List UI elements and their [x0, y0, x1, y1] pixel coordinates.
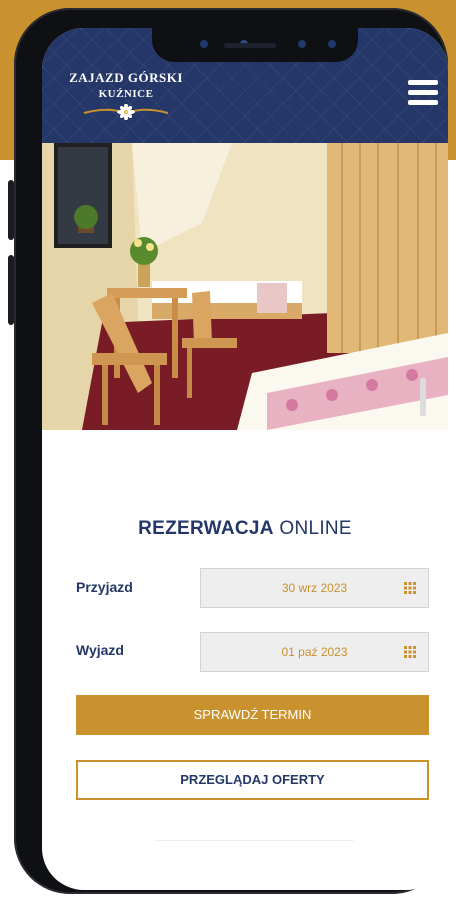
- browse-offers-button[interactable]: PRZEGLĄDAJ OFERTY: [76, 760, 429, 800]
- phone-frame: ZAJAZD GÓRSKI KUŹNICE REZERWACJA ONLINE …: [14, 8, 448, 894]
- departure-label: Wyjazd: [76, 642, 124, 658]
- calendar-grid-icon: [404, 582, 416, 594]
- booking-title: REZERWACJA ONLINE: [42, 518, 448, 540]
- calendar-grid-icon: [404, 646, 416, 658]
- hamburger-menu-icon[interactable]: [408, 80, 438, 106]
- site-logo[interactable]: ZAJAZD GÓRSKI KUŹNICE: [66, 70, 186, 121]
- scroll-indicator[interactable]: [420, 378, 426, 416]
- logo-line-1: ZAJAZD GÓRSKI: [69, 70, 183, 85]
- check-availability-button[interactable]: SPRAWDŹ TERMIN: [76, 695, 429, 735]
- edelweiss-icon: [66, 103, 186, 121]
- departure-date-value: 01 paź 2023: [281, 645, 348, 659]
- departure-date-field[interactable]: 01 paź 2023: [200, 632, 429, 672]
- arrival-label: Przyjazd: [76, 579, 133, 595]
- booking-title-rest: ONLINE: [279, 518, 352, 539]
- arrival-date-field[interactable]: 30 wrz 2023: [200, 568, 429, 608]
- logo-line-2: KUŹNICE: [98, 88, 154, 100]
- booking-title-bold: REZERWACJA: [138, 518, 274, 539]
- arrival-date-value: 30 wrz 2023: [281, 581, 348, 595]
- phone-screen: ZAJAZD GÓRSKI KUŹNICE REZERWACJA ONLINE …: [42, 28, 448, 890]
- hero-room-photo: [42, 143, 448, 430]
- divider: [154, 840, 354, 841]
- phone-notch: [152, 28, 358, 62]
- site-header: ZAJAZD GÓRSKI KUŹNICE: [42, 28, 448, 143]
